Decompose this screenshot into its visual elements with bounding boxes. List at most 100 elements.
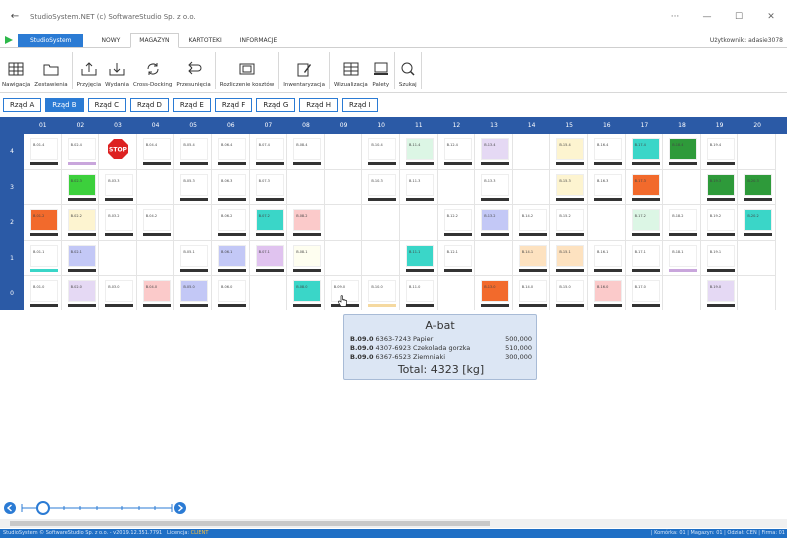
storage-cell[interactable]: B.06.4 [212, 134, 250, 170]
storage-cell[interactable] [738, 240, 776, 276]
tab-studiosystem[interactable]: StudioSystem [18, 34, 84, 47]
storage-cell[interactable] [324, 134, 363, 170]
storage-cell[interactable]: B.03.0 [99, 276, 137, 310]
storage-cell[interactable]: B.19.1 [700, 240, 739, 276]
storage-cell[interactable]: B.14.1 [512, 240, 551, 276]
storage-cell[interactable]: B.14.0 [512, 276, 551, 310]
storage-cell[interactable]: B.08.0 [287, 276, 325, 310]
storage-cell[interactable]: B.16.0 [588, 276, 626, 310]
storage-cell[interactable] [738, 276, 776, 310]
storage-cell[interactable]: B.17.3 [625, 169, 664, 205]
storage-cell[interactable]: B.19.4 [700, 134, 739, 170]
storage-cell[interactable]: B.10.3 [362, 169, 400, 205]
horizontal-scrollbar[interactable] [0, 519, 787, 528]
storage-cell[interactable]: B.13.0 [475, 276, 513, 310]
storage-cell[interactable]: B.15.1 [550, 240, 588, 276]
storage-cell[interactable]: B.19.3 [700, 169, 739, 205]
storage-cell[interactable]: B.12.1 [437, 240, 476, 276]
storage-cell[interactable]: B.08.1 [287, 240, 325, 276]
storage-cell[interactable]: B.05.0 [174, 276, 212, 310]
toolbar-button-wizualizacja[interactable]: Wizualizacja [332, 48, 370, 93]
storage-cell[interactable] [437, 276, 476, 310]
storage-cell[interactable]: B.19.0 [700, 276, 739, 310]
storage-cell[interactable] [512, 134, 551, 170]
storage-cell[interactable] [99, 240, 137, 276]
storage-cell[interactable]: B.20.3 [738, 169, 776, 205]
scrollbar-thumb[interactable] [10, 521, 490, 526]
storage-cell[interactable] [588, 205, 626, 241]
row-button-h[interactable]: Rząd H [299, 98, 339, 112]
more-icon[interactable]: ··· [659, 12, 691, 22]
storage-cell[interactable]: B.16.4 [588, 134, 626, 170]
back-arrow-icon[interactable]: ← [0, 11, 30, 22]
storage-cell[interactable]: B.02.0 [61, 276, 100, 310]
storage-cell[interactable]: B.05.1 [174, 240, 212, 276]
row-button-e[interactable]: Rząd E [172, 98, 211, 112]
storage-cell[interactable]: B.05.4 [174, 134, 212, 170]
storage-cell[interactable]: B.04.4 [136, 134, 175, 170]
storage-cell[interactable] [324, 205, 363, 241]
row-button-c[interactable]: Rząd C [87, 98, 126, 112]
row-button-a[interactable]: Rząd A [3, 98, 42, 112]
row-button-i[interactable]: Rząd I [342, 98, 378, 112]
storage-cell[interactable] [24, 169, 62, 205]
toolbar-button-palety[interactable]: Palety [370, 48, 392, 93]
storage-cell[interactable]: B.07.3 [249, 169, 288, 205]
storage-cell[interactable]: B.19.2 [700, 205, 739, 241]
toolbar-button-inwentaryzacja[interactable]: Inwentaryzacja [281, 48, 327, 93]
toolbar-button-nawigacja[interactable]: Nawigacja [0, 48, 32, 93]
storage-cell[interactable]: B.13.3 [475, 169, 513, 205]
toolbar-button-rozliczenie-koszt-w[interactable]: Rozliczenie kosztów [218, 48, 276, 93]
row-button-b[interactable]: Rząd B [45, 98, 84, 112]
storage-cell[interactable]: B.15.4 [550, 134, 588, 170]
minimize-icon[interactable]: — [691, 12, 723, 22]
storage-cell[interactable]: B.11.4 [400, 134, 438, 170]
storage-cell[interactable] [362, 240, 400, 276]
tab-informacje[interactable]: INFORMACJE [232, 34, 286, 47]
storage-cell[interactable]: B.15.2 [550, 205, 588, 241]
storage-cell[interactable] [136, 240, 175, 276]
storage-cell[interactable]: B.02.3 [61, 169, 100, 205]
storage-cell[interactable] [324, 240, 363, 276]
storage-cell[interactable]: B.08.4 [287, 134, 325, 170]
row-button-d[interactable]: Rząd D [130, 98, 169, 112]
storage-cell[interactable] [249, 276, 288, 310]
storage-cell[interactable]: B.01.2 [24, 205, 62, 241]
storage-cell[interactable]: B.07.1 [249, 240, 288, 276]
storage-cell[interactable]: B.01.1 [24, 240, 62, 276]
storage-cell[interactable]: B.10.4 [362, 134, 400, 170]
storage-cell[interactable]: B.07.2 [249, 205, 288, 241]
storage-cell[interactable] [738, 134, 776, 170]
storage-cell[interactable]: B.06.1 [212, 240, 250, 276]
toolbar-button-przesuni-cia[interactable]: Przesunięcia [174, 48, 212, 93]
storage-cell[interactable]: B.06.0 [212, 276, 250, 310]
storage-cell[interactable]: B.10.0 [362, 276, 400, 310]
storage-cell[interactable]: B.17.0 [625, 276, 664, 310]
storage-cell[interactable]: B.01.0 [24, 276, 62, 310]
storage-cell[interactable]: B.18.1 [663, 240, 701, 276]
storage-cell[interactable] [136, 169, 175, 205]
storage-cell[interactable]: B.05.3 [174, 169, 212, 205]
storage-cell[interactable]: B.12.2 [437, 205, 476, 241]
storage-cell[interactable] [400, 205, 438, 241]
zoom-slider[interactable] [0, 498, 200, 518]
storage-cell[interactable]: B.02.1 [61, 240, 100, 276]
storage-cell[interactable]: B.12.4 [437, 134, 476, 170]
storage-cell[interactable]: B.17.4 [625, 134, 664, 170]
storage-cell[interactable]: B.03.3 [99, 169, 137, 205]
storage-cell[interactable]: B.06.2 [212, 205, 250, 241]
storage-cell[interactable]: B.16.1 [588, 240, 626, 276]
storage-cell[interactable]: B.15.0 [550, 276, 588, 310]
storage-cell[interactable]: B.11.1 [400, 240, 438, 276]
storage-cell[interactable]: B.17.2 [625, 205, 664, 241]
storage-cell[interactable]: B.02.4 [61, 134, 100, 170]
storage-cell[interactable]: B.02.2 [61, 205, 100, 241]
storage-cell[interactable] [324, 169, 363, 205]
storage-cell[interactable]: B.13.2 [475, 205, 513, 241]
tab-magazyn[interactable]: MAGAZYN [130, 33, 179, 48]
storage-cell[interactable]: STOP [99, 134, 137, 170]
close-icon[interactable]: ✕ [755, 12, 787, 22]
storage-cell[interactable]: B.14.2 [512, 205, 551, 241]
storage-cell[interactable]: B.11.3 [400, 169, 438, 205]
row-button-f[interactable]: Rząd F [214, 98, 253, 112]
